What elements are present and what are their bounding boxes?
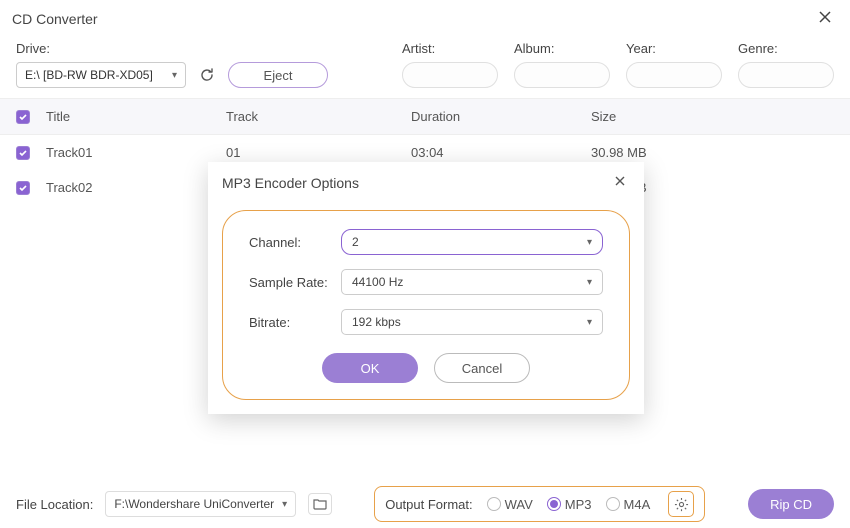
chevron-down-icon: ▾ [282, 499, 287, 510]
open-folder-button[interactable] [308, 493, 332, 515]
ok-button[interactable]: OK [322, 353, 418, 383]
top-controls: Drive: E:\ [BD-RW BDR-XD05] ▾ Eject Arti… [0, 37, 850, 98]
cancel-button[interactable]: Cancel [434, 353, 530, 383]
format-radio-m4a[interactable]: M4A [606, 497, 651, 512]
col-title: Title [46, 109, 226, 124]
output-format-label: Output Format: [385, 497, 472, 512]
radio-icon [606, 497, 620, 511]
chevron-down-icon: ▾ [587, 317, 592, 328]
file-location-select[interactable]: F:\Wondershare UniConverter ▾ [105, 491, 296, 517]
eject-button[interactable]: Eject [228, 62, 328, 88]
chevron-down-icon: ▾ [172, 70, 177, 81]
gear-icon [674, 497, 689, 512]
bottom-bar: File Location: F:\Wondershare UniConvert… [0, 480, 850, 528]
format-radio-mp3[interactable]: MP3 [547, 497, 592, 512]
row-checkbox[interactable] [16, 181, 30, 195]
rip-cd-button[interactable]: Rip CD [748, 489, 834, 519]
cell-track: 01 [226, 145, 411, 160]
radio-label: MP3 [565, 497, 592, 512]
window-title: CD Converter [12, 11, 98, 27]
bitrate-label: Bitrate: [249, 315, 341, 330]
table-header: Title Track Duration Size [0, 98, 850, 135]
chevron-down-icon: ▾ [587, 237, 592, 248]
year-label: Year: [626, 41, 722, 56]
col-size: Size [591, 109, 834, 124]
radio-label: M4A [624, 497, 651, 512]
radio-icon [487, 497, 501, 511]
close-icon[interactable] [812, 6, 838, 31]
sample-rate-value: 44100 Hz [352, 275, 403, 289]
radio-label: WAV [505, 497, 533, 512]
meta-fields: Artist: Album: Year: Genre: [402, 41, 834, 88]
col-duration: Duration [411, 109, 591, 124]
sample-rate-select[interactable]: 44100 Hz ▾ [341, 269, 603, 295]
genre-input[interactable] [738, 62, 834, 88]
artist-label: Artist: [402, 41, 498, 56]
cell-title: Track01 [46, 145, 226, 160]
file-location-value: F:\Wondershare UniConverter [114, 497, 274, 511]
bitrate-value: 192 kbps [352, 315, 401, 329]
cell-size: 30.98 MB [591, 145, 834, 160]
channel-select[interactable]: 2 ▾ [341, 229, 603, 255]
row-checkbox[interactable] [16, 146, 30, 160]
dialog-title: MP3 Encoder Options [222, 175, 359, 191]
folder-icon [313, 498, 327, 510]
channel-label: Channel: [249, 235, 341, 250]
refresh-icon[interactable] [196, 64, 218, 86]
genre-label: Genre: [738, 41, 834, 56]
year-input[interactable] [626, 62, 722, 88]
dialog-close-icon[interactable] [610, 172, 630, 194]
chevron-down-icon: ▾ [587, 277, 592, 288]
drive-value: E:\ [BD-RW BDR-XD05] [25, 68, 153, 82]
channel-value: 2 [352, 235, 359, 249]
bitrate-select[interactable]: 192 kbps ▾ [341, 309, 603, 335]
drive-label: Drive: [16, 41, 328, 56]
dialog-body: Channel: 2 ▾ Sample Rate: 44100 Hz ▾ Bit… [222, 210, 630, 400]
cell-duration: 03:04 [411, 145, 591, 160]
format-radio-wav[interactable]: WAV [487, 497, 533, 512]
album-label: Album: [514, 41, 610, 56]
radio-icon [547, 497, 561, 511]
titlebar: CD Converter [0, 0, 850, 37]
col-track: Track [226, 109, 411, 124]
output-format-group: Output Format: WAV MP3 M4A [374, 486, 705, 522]
drive-block: Drive: E:\ [BD-RW BDR-XD05] ▾ Eject [16, 41, 328, 88]
file-location-label: File Location: [16, 497, 93, 512]
encoder-settings-button[interactable] [668, 491, 694, 517]
artist-input[interactable] [402, 62, 498, 88]
sample-rate-label: Sample Rate: [249, 275, 341, 290]
cell-title: Track02 [46, 180, 226, 195]
encoder-options-dialog: MP3 Encoder Options Channel: 2 ▾ Sample … [208, 162, 644, 414]
drive-select[interactable]: E:\ [BD-RW BDR-XD05] ▾ [16, 62, 186, 88]
select-all-checkbox[interactable] [16, 110, 30, 124]
album-input[interactable] [514, 62, 610, 88]
